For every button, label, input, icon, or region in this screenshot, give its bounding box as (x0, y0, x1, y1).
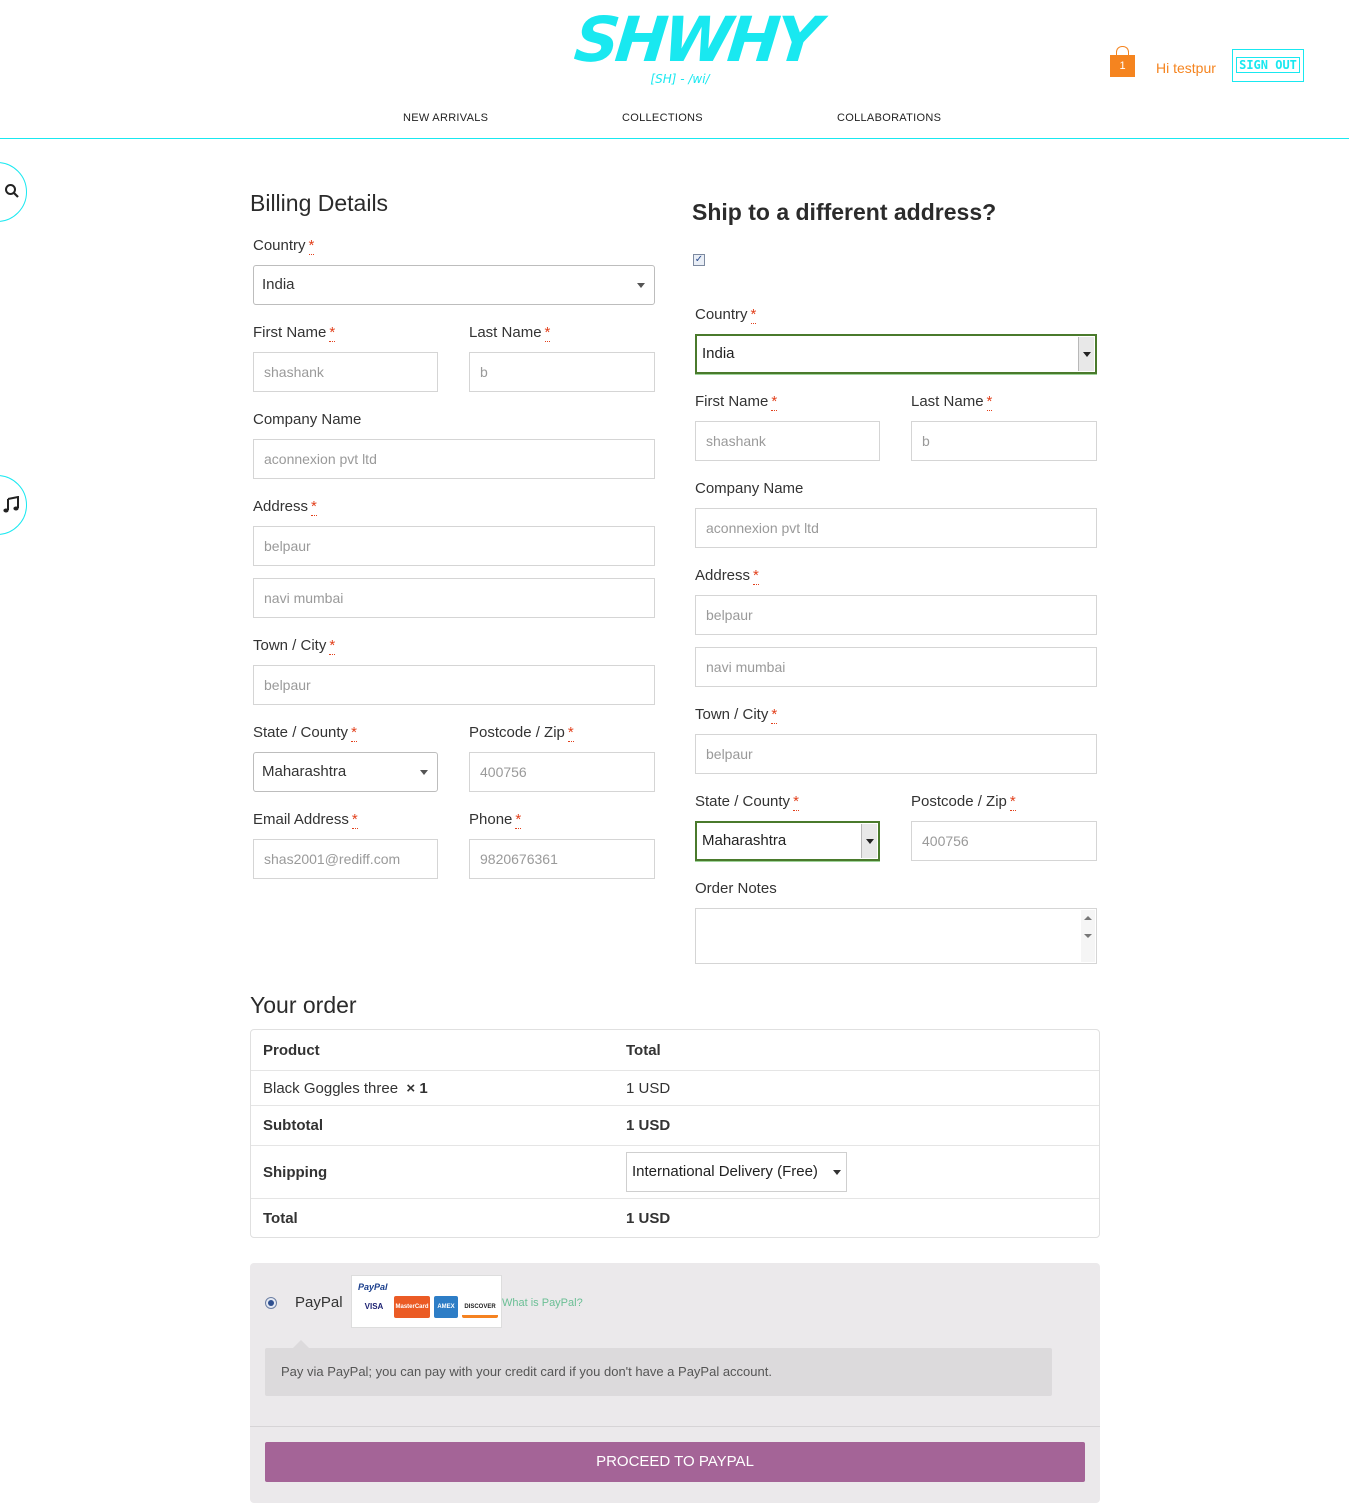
total-value: 1 USD (626, 1210, 671, 1227)
what-is-paypal-link[interactable]: What is PayPal? (502, 1297, 583, 1309)
chevron-down-icon (637, 283, 645, 288)
billing-address2-input[interactable]: navi mumbai (253, 578, 655, 618)
billing-first-name-label: First Name * (253, 324, 336, 342)
billing-state-select[interactable]: Maharashtra (253, 752, 438, 792)
shipping-address2-input[interactable]: navi mumbai (695, 647, 1097, 687)
order-title: Your order (250, 992, 357, 1018)
shipping-state-select[interactable]: Maharashtra (695, 821, 880, 861)
mastercard-logo: MasterCard (394, 1296, 430, 1318)
side-music-button[interactable] (0, 475, 27, 535)
header-divider (0, 138, 1349, 139)
shipping-country-label: Country * (695, 306, 757, 324)
shipping-first-name-input[interactable]: shashank (695, 421, 880, 461)
shipping-title: Ship to a different address? (692, 199, 997, 225)
shipping-postcode-label: Postcode / Zip * (911, 793, 1016, 811)
billing-title: Billing Details (250, 190, 389, 216)
payment-divider (250, 1426, 1100, 1427)
cart-button[interactable]: 1 (1110, 46, 1135, 77)
billing-last-name-input[interactable]: b (469, 352, 655, 392)
total-label: Total (263, 1210, 298, 1227)
side-search-button[interactable] (0, 162, 27, 222)
amex-logo: AMEX (434, 1296, 458, 1318)
chevron-down-icon (833, 1170, 841, 1175)
shipping-company-label: Company Name (695, 480, 804, 497)
billing-company-input[interactable]: aconnexion pvt ltd (253, 439, 655, 479)
table-row: Black Goggles three × 1 1 USD (251, 1071, 1099, 1106)
shipping-address1-input[interactable]: belpaur (695, 595, 1097, 635)
payment-section: PayPal PayPal VISA MasterCard AMEX DISCO… (250, 1263, 1100, 1503)
billing-first-name-input[interactable]: shashank (253, 352, 438, 392)
paypal-card-logos: PayPal VISA MasterCard AMEX DISCOVER (351, 1275, 502, 1328)
shipping-last-name-label: Last Name * (911, 393, 993, 411)
shipping-city-label: Town / City * (695, 706, 778, 724)
col-product: Product (263, 1042, 320, 1059)
proceed-to-paypal-button[interactable]: PROCEED TO PAYPAL (265, 1442, 1085, 1482)
discover-logo: DISCOVER (462, 1296, 498, 1318)
search-icon (4, 183, 20, 204)
billing-phone-label: Phone * (469, 811, 522, 829)
col-total: Total (626, 1042, 661, 1059)
music-icon (2, 495, 20, 519)
cart-count: 1 (1110, 55, 1135, 77)
nav-collaborations[interactable]: COLLABORATIONS (837, 112, 941, 124)
billing-city-label: Town / City * (253, 637, 336, 655)
chevron-down-icon (420, 770, 428, 775)
shipping-company-input[interactable]: aconnexion pvt ltd (695, 508, 1097, 548)
textarea-scrollbar[interactable] (1081, 910, 1095, 962)
billing-address-label: Address * (253, 498, 317, 516)
subtotal-label: Subtotal (263, 1117, 323, 1134)
billing-company-label: Company Name (253, 411, 362, 428)
subtotal-value: 1 USD (626, 1117, 671, 1134)
billing-postcode-label: Postcode / Zip * (469, 724, 574, 742)
billing-email-input[interactable]: shas2001@rediff.com (253, 839, 438, 879)
payment-description: Pay via PayPal; you can pay with your cr… (265, 1348, 1052, 1396)
billing-address1-input[interactable]: belpaur (253, 526, 655, 566)
sign-out-button[interactable]: SIGN OUT (1232, 49, 1304, 82)
shipping-method-select[interactable]: International Delivery (Free) (626, 1152, 847, 1192)
billing-city-input[interactable]: belpaur (253, 665, 655, 705)
order-table: Product Total Black Goggles three × 1 1 … (250, 1029, 1100, 1238)
nav-collections[interactable]: COLLECTIONS (622, 112, 703, 124)
billing-phone-input[interactable]: 9820676361 (469, 839, 655, 879)
shipping-city-input[interactable]: belpaur (695, 734, 1097, 774)
shipping-address-label: Address * (695, 567, 759, 585)
shipping-state-label: State / County * (695, 793, 799, 811)
billing-country-label: Country * (253, 237, 315, 255)
order-notes-textarea[interactable] (695, 908, 1097, 964)
chevron-down-icon (861, 824, 877, 858)
item-name: Black Goggles three (263, 1080, 399, 1097)
chevron-down-icon (1078, 337, 1094, 371)
order-notes-label: Order Notes (695, 880, 777, 897)
item-total: 1 USD (626, 1080, 671, 1097)
shipping-label: Shipping (263, 1164, 328, 1181)
payment-method-label[interactable]: PayPal (295, 1294, 343, 1311)
visa-logo: VISA (358, 1296, 390, 1318)
user-greeting[interactable]: Hi testpur (1156, 60, 1216, 76)
description-notch (293, 1340, 309, 1348)
billing-country-select[interactable]: India (253, 265, 655, 305)
subtotal-row: Subtotal 1 USD (251, 1106, 1099, 1146)
logo-wordmark: SHWHY (571, 3, 821, 76)
shipping-row: Shipping International Delivery (Free) (251, 1146, 1099, 1199)
paypal-logo: PayPal (358, 1282, 388, 1292)
site-logo[interactable]: SHWHY [SH] - /wi/ (571, 3, 820, 90)
shipping-postcode-input[interactable]: 400756 (911, 821, 1097, 861)
billing-postcode-input[interactable]: 400756 (469, 752, 655, 792)
item-qty: × 1 (406, 1080, 428, 1097)
sign-out-label: SIGN OUT (1236, 57, 1300, 73)
ship-different-checkbox[interactable]: ✓ (693, 254, 705, 266)
shipping-first-name-label: First Name * (695, 393, 778, 411)
billing-last-name-label: Last Name * (469, 324, 551, 342)
total-row: Total 1 USD (251, 1199, 1099, 1238)
item-cell: Black Goggles three × 1 (263, 1071, 428, 1106)
billing-state-label: State / County * (253, 724, 357, 742)
nav-new-arrivals[interactable]: NEW ARRIVALS (403, 112, 488, 124)
billing-email-label: Email Address * (253, 811, 358, 829)
shipping-last-name-input[interactable]: b (911, 421, 1097, 461)
table-header: Product Total (251, 1030, 1099, 1071)
paypal-radio[interactable] (265, 1297, 277, 1309)
shipping-country-select[interactable]: India (695, 334, 1097, 374)
